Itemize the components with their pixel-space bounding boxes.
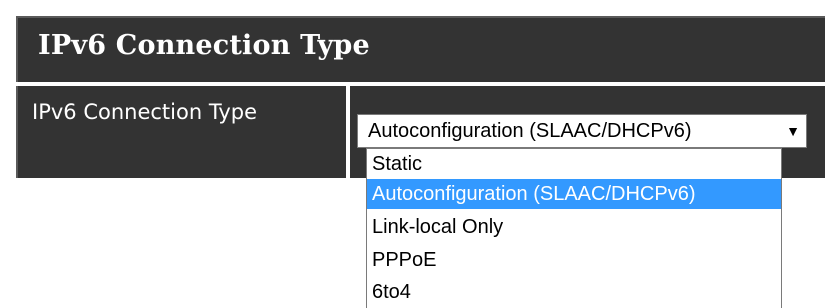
label-cell: IPv6 Connection Type xyxy=(16,86,346,178)
select-current-value: Autoconfiguration (SLAAC/DHCPv6) xyxy=(368,120,692,142)
option-6to4[interactable]: 6to4 xyxy=(367,277,781,307)
section-title: IPv6 Connection Type xyxy=(38,30,370,61)
triangle-down-icon[interactable]: ▼ xyxy=(786,120,800,142)
option-link-local-only[interactable]: Link-local Only xyxy=(367,212,781,242)
connection-type-dropdown-list: Static Autoconfiguration (SLAAC/DHCPv6) … xyxy=(366,148,782,308)
option-autoconfiguration[interactable]: Autoconfiguration (SLAAC/DHCPv6) xyxy=(367,179,781,209)
section-header: IPv6 Connection Type xyxy=(16,16,825,82)
option-pppoe[interactable]: PPPoE xyxy=(367,245,781,275)
connection-type-label: IPv6 Connection Type xyxy=(32,100,258,124)
connection-type-select[interactable]: Autoconfiguration (SLAAC/DHCPv6) ▼ xyxy=(357,114,807,148)
option-static[interactable]: Static xyxy=(367,149,781,179)
